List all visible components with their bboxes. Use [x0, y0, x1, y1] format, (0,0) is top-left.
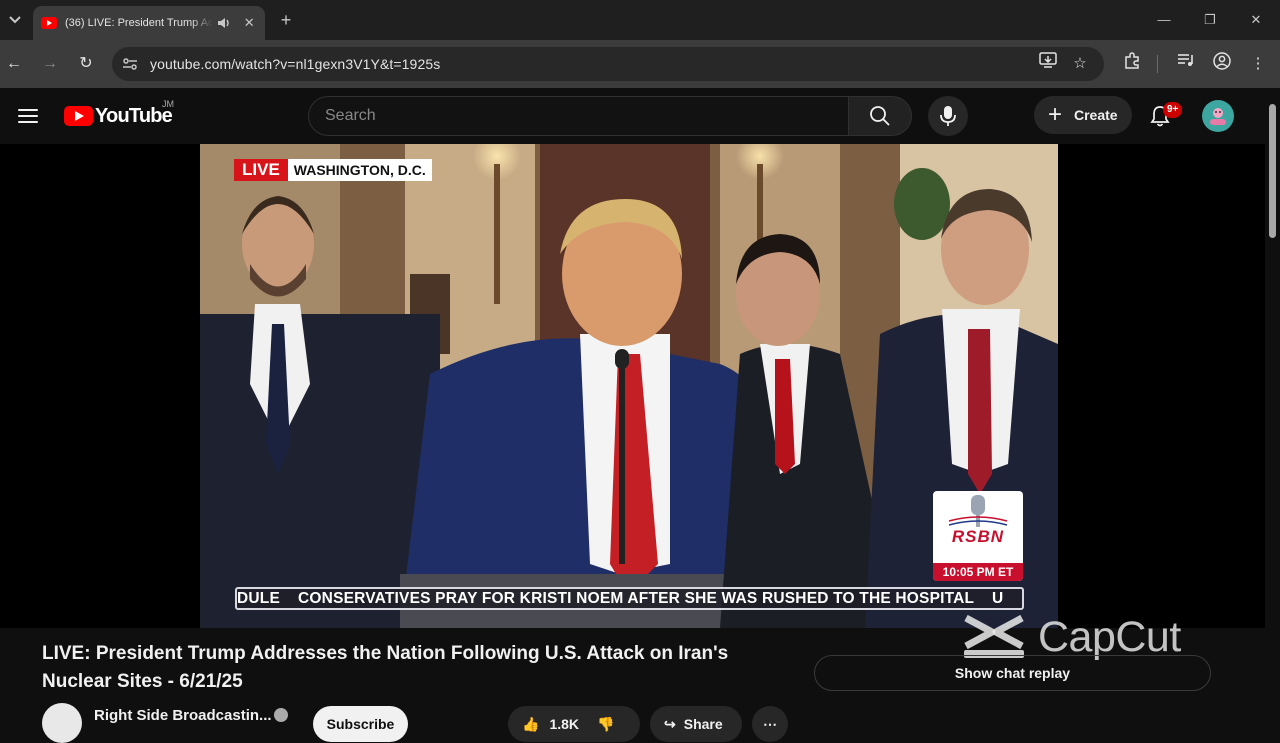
channel-avatar[interactable]: [42, 703, 82, 743]
page-scrollbar[interactable]: [1265, 88, 1280, 720]
dislike-icon[interactable]: 👎: [597, 716, 614, 733]
video-frame[interactable]: LIVE WASHINGTON, D.C. RSBN 10:05 PM ET D…: [200, 144, 1058, 628]
like-dislike-group[interactable]: 👍 1.8K 👎: [508, 706, 640, 742]
browser-menu-kebab-icon[interactable]: ⋮: [1246, 52, 1270, 76]
back-arrow-icon[interactable]: ←: [2, 52, 26, 76]
restore-icon[interactable]: ❐: [1198, 8, 1222, 32]
ticker-text: DULE CONSERVATIVES PRAY FOR KRISTI NOEM …: [237, 589, 1004, 607]
more-horizontal-icon: ⋯: [763, 715, 777, 732]
minimize-icon[interactable]: —: [1152, 8, 1176, 32]
search-button[interactable]: [848, 96, 912, 136]
youtube-play-logo-icon: [64, 106, 93, 126]
share-button[interactable]: ↪ Share: [650, 706, 742, 742]
youtube-logo-text: YouTube: [95, 104, 173, 127]
browser-tab-active[interactable]: (36) LIVE: President Trump Addresses the…: [33, 6, 265, 40]
country-code: JM: [162, 99, 174, 109]
address-bar[interactable]: youtube.com/watch?v=nl1gexn3V1Y&t=1925s …: [112, 47, 1104, 81]
subscribe-button[interactable]: Subscribe: [313, 706, 408, 742]
install-app-icon[interactable]: [1036, 52, 1060, 76]
channel-name[interactable]: Right Side Broadcastin...: [94, 707, 272, 724]
site-info-icon[interactable]: [117, 51, 143, 77]
youtube-logo[interactable]: YouTube: [64, 104, 173, 128]
notification-count-badge: 9+: [1163, 102, 1183, 118]
scrollbar-thumb[interactable]: [1269, 104, 1276, 238]
browser-tab-strip: (36) LIVE: President Trump Addresses the…: [0, 0, 1280, 40]
reload-icon[interactable]: ↻: [74, 52, 98, 76]
forward-arrow-icon[interactable]: →: [38, 52, 62, 76]
video-player[interactable]: LIVE WASHINGTON, D.C. RSBN 10:05 PM ET D…: [0, 144, 1265, 628]
tab-title: (36) LIVE: President Trump Addresses the…: [65, 17, 214, 29]
network-bug: RSBN 10:05 PM ET: [933, 491, 1023, 581]
youtube-favicon-icon: [41, 17, 57, 29]
microphone-icon: [940, 106, 956, 126]
account-avatar[interactable]: [1202, 100, 1234, 132]
network-time: 10:05 PM ET: [933, 563, 1023, 581]
share-label: Share: [683, 716, 723, 732]
video-title: LIVE: President Trump Addresses the Nati…: [42, 643, 729, 692]
tab-search-button[interactable]: [4, 8, 26, 32]
like-icon[interactable]: 👍: [522, 716, 539, 733]
audio-playing-icon[interactable]: [217, 16, 231, 30]
share-icon: ↪: [664, 715, 676, 732]
new-tab-plus-icon[interactable]: +: [276, 9, 296, 31]
network-name: RSBN: [951, 527, 1005, 546]
search-icon: [870, 106, 890, 126]
browser-toolbar: ← → ↻ youtube.com/watch?v=nl1gexn3V1Y&t=…: [0, 40, 1280, 88]
voice-search-button[interactable]: [928, 96, 968, 136]
tab-close-icon[interactable]: ✕: [241, 15, 257, 31]
search-input[interactable]: [325, 107, 848, 125]
youtube-masthead: YouTube JM + Create 9+: [0, 88, 1280, 144]
like-count: 1.8K: [549, 716, 580, 732]
more-actions-button[interactable]: ⋯: [752, 706, 788, 742]
show-chat-replay-button[interactable]: Show chat replay: [814, 655, 1211, 691]
rsbn-microphone-logo-icon: [948, 495, 1008, 527]
bookmark-star-icon[interactable]: ☆: [1068, 52, 1092, 76]
video-scene-image: [200, 144, 1058, 628]
window-close-icon[interactable]: ✕: [1244, 8, 1268, 32]
chevron-down-icon: [9, 16, 21, 24]
url-text[interactable]: youtube.com/watch?v=nl1gexn3V1Y&t=1925s: [150, 56, 440, 72]
avatar-image-icon: [1210, 108, 1226, 125]
media-control-icon[interactable]: [1174, 52, 1198, 76]
create-label: Create: [1074, 107, 1118, 123]
location-label: WASHINGTON, D.C.: [293, 162, 426, 178]
live-label: LIVE: [234, 159, 288, 181]
live-location-banner: LIVE WASHINGTON, D.C.: [234, 159, 432, 181]
extensions-puzzle-icon[interactable]: [1120, 52, 1144, 76]
toolbar-divider: [1157, 55, 1158, 73]
search-box[interactable]: [308, 96, 848, 136]
plus-icon: +: [1047, 101, 1062, 128]
hamburger-menu-icon[interactable]: [16, 104, 40, 128]
news-ticker: DULE CONSERVATIVES PRAY FOR KRISTI NOEM …: [235, 587, 1024, 610]
create-button[interactable]: + Create: [1034, 96, 1132, 134]
profile-icon[interactable]: [1210, 52, 1234, 76]
